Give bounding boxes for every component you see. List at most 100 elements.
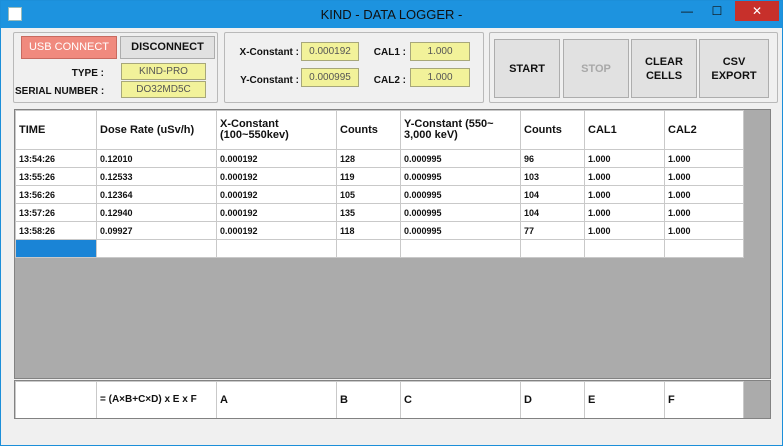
- cell-dose-rate[interactable]: 0.12533: [96, 167, 217, 186]
- formula-cell-d: D: [520, 381, 585, 418]
- stop-button[interactable]: STOP: [563, 39, 629, 98]
- cell-counts-y[interactable]: 104: [520, 203, 585, 222]
- formula-blank-cell: [15, 381, 97, 418]
- formula-table: = (A×B+C×D) x E x F A B C D E F: [15, 381, 744, 418]
- empty-cell[interactable]: [336, 239, 401, 258]
- empty-cell[interactable]: [400, 239, 521, 258]
- empty-cell[interactable]: [96, 239, 217, 258]
- cell-x-constant[interactable]: 0.000192: [216, 203, 337, 222]
- type-label: TYPE :: [71, 68, 104, 79]
- cal1-field[interactable]: 1.000: [410, 42, 470, 61]
- type-field: KIND-PRO: [121, 63, 206, 80]
- col-header-y-constant[interactable]: Y-Constant (550~ 3,000 keV): [400, 110, 521, 150]
- serial-number-label: SERIAL NUMBER :: [15, 86, 105, 97]
- cell-counts-x[interactable]: 105: [336, 185, 401, 204]
- col-header-counts-y[interactable]: Counts: [520, 110, 585, 150]
- cell-x-constant[interactable]: 0.000192: [216, 149, 337, 168]
- formula-cell-f: F: [664, 381, 744, 418]
- grid-header-row: TIME Dose Rate (uSv/h) X-Constant (100~5…: [15, 110, 744, 150]
- formula-text: = (A×B+C×D) x E x F: [96, 381, 217, 418]
- col-header-cal2[interactable]: CAL2: [664, 110, 744, 150]
- cell-cal1[interactable]: 1.000: [584, 203, 665, 222]
- cell-cal2[interactable]: 1.000: [664, 185, 744, 204]
- window-title: KIND - DATA LOGGER -: [320, 7, 463, 22]
- cell-y-constant[interactable]: 0.000995: [400, 221, 521, 240]
- cell-y-constant[interactable]: 0.000995: [400, 203, 521, 222]
- new-row[interactable]: [15, 239, 744, 258]
- formula-cell-e: E: [584, 381, 665, 418]
- disconnect-button[interactable]: DISCONNECT: [120, 36, 215, 59]
- empty-cell[interactable]: [664, 239, 744, 258]
- x-constant-field[interactable]: 0.000192: [301, 42, 359, 61]
- y-constant-label: Y-Constant :: [240, 75, 299, 86]
- cell-counts-x[interactable]: 119: [336, 167, 401, 186]
- close-icon[interactable]: ✕: [735, 1, 779, 21]
- empty-cell[interactable]: [584, 239, 665, 258]
- cell-cal2[interactable]: 1.000: [664, 203, 744, 222]
- x-constant-label: X-Constant :: [239, 47, 299, 58]
- empty-cell[interactable]: [216, 239, 337, 258]
- cell-time[interactable]: 13:54:26: [15, 149, 97, 168]
- cell-cal1[interactable]: 1.000: [584, 221, 665, 240]
- csv-export-button[interactable]: CSV EXPORT: [699, 39, 769, 98]
- formula-cell-b: B: [336, 381, 401, 418]
- cell-y-constant[interactable]: 0.000995: [400, 149, 521, 168]
- maximize-icon[interactable]: ☐: [704, 1, 730, 21]
- start-button[interactable]: START: [494, 39, 560, 98]
- data-grid[interactable]: TIME Dose Rate (uSv/h) X-Constant (100~5…: [14, 109, 771, 379]
- cell-counts-y[interactable]: 103: [520, 167, 585, 186]
- table-row[interactable]: 13:58:26 0.09927 0.000192 118 0.000995 7…: [15, 221, 744, 240]
- cell-cal2[interactable]: 1.000: [664, 221, 744, 240]
- cell-y-constant[interactable]: 0.000995: [400, 185, 521, 204]
- col-header-dose-rate[interactable]: Dose Rate (uSv/h): [96, 110, 217, 150]
- data-table: TIME Dose Rate (uSv/h) X-Constant (100~5…: [15, 110, 744, 258]
- cell-cal1[interactable]: 1.000: [584, 149, 665, 168]
- cell-y-constant[interactable]: 0.000995: [400, 167, 521, 186]
- cell-time[interactable]: 13:58:26: [15, 221, 97, 240]
- formula-cell-c: C: [400, 381, 521, 418]
- formula-grid: = (A×B+C×D) x E x F A B C D E F: [14, 380, 771, 419]
- empty-cell[interactable]: [520, 239, 585, 258]
- cal1-label: CAL1 :: [373, 47, 406, 58]
- cal2-label: CAL2 :: [373, 75, 406, 86]
- cell-x-constant[interactable]: 0.000192: [216, 221, 337, 240]
- cell-cal1[interactable]: 1.000: [584, 167, 665, 186]
- title-bar[interactable]: KIND - DATA LOGGER - — ☐ ✕: [1, 1, 782, 28]
- app-window: KIND - DATA LOGGER - — ☐ ✕ USB CONNECT D…: [0, 0, 783, 446]
- clear-cells-button[interactable]: CLEAR CELLS: [631, 39, 697, 98]
- cell-time[interactable]: 13:56:26: [15, 185, 97, 204]
- table-row[interactable]: 13:54:26 0.12010 0.000192 128 0.000995 9…: [15, 149, 744, 168]
- cell-x-constant[interactable]: 0.000192: [216, 185, 337, 204]
- cell-counts-y[interactable]: 77: [520, 221, 585, 240]
- formula-row: = (A×B+C×D) x E x F A B C D E F: [15, 381, 744, 418]
- cal2-field[interactable]: 1.000: [410, 68, 470, 87]
- cell-counts-x[interactable]: 128: [336, 149, 401, 168]
- cell-x-constant[interactable]: 0.000192: [216, 167, 337, 186]
- cell-cal2[interactable]: 1.000: [664, 149, 744, 168]
- formula-cell-a: A: [216, 381, 337, 418]
- cell-cal2[interactable]: 1.000: [664, 167, 744, 186]
- cell-dose-rate[interactable]: 0.12010: [96, 149, 217, 168]
- col-header-counts-x[interactable]: Counts: [336, 110, 401, 150]
- cell-counts-x[interactable]: 118: [336, 221, 401, 240]
- usb-connect-button[interactable]: USB CONNECT: [21, 36, 117, 59]
- col-header-x-constant[interactable]: X-Constant (100~550kev): [216, 110, 337, 150]
- col-header-time[interactable]: TIME: [15, 110, 97, 150]
- table-row[interactable]: 13:55:26 0.12533 0.000192 119 0.000995 1…: [15, 167, 744, 186]
- selected-cell[interactable]: [15, 239, 97, 258]
- y-constant-field[interactable]: 0.000995: [301, 68, 359, 87]
- cell-dose-rate[interactable]: 0.12940: [96, 203, 217, 222]
- minimize-icon[interactable]: —: [674, 1, 700, 21]
- cell-time[interactable]: 13:57:26: [15, 203, 97, 222]
- cell-counts-y[interactable]: 96: [520, 149, 585, 168]
- table-row[interactable]: 13:57:26 0.12940 0.000192 135 0.000995 1…: [15, 203, 744, 222]
- cell-dose-rate[interactable]: 0.09927: [96, 221, 217, 240]
- table-row[interactable]: 13:56:26 0.12364 0.000192 105 0.000995 1…: [15, 185, 744, 204]
- cell-counts-x[interactable]: 135: [336, 203, 401, 222]
- cell-counts-y[interactable]: 104: [520, 185, 585, 204]
- serial-number-field: DO32MD5C: [121, 81, 206, 98]
- cell-cal1[interactable]: 1.000: [584, 185, 665, 204]
- cell-dose-rate[interactable]: 0.12364: [96, 185, 217, 204]
- cell-time[interactable]: 13:55:26: [15, 167, 97, 186]
- col-header-cal1[interactable]: CAL1: [584, 110, 665, 150]
